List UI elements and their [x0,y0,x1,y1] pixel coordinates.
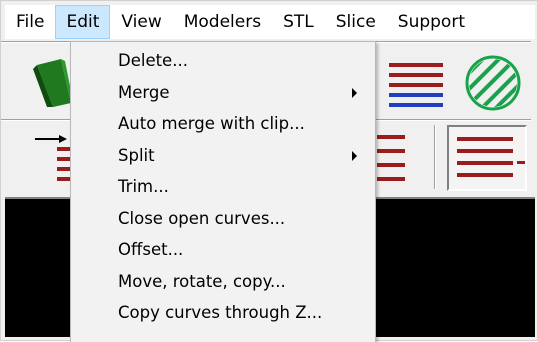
menu-view[interactable]: View [110,5,172,39]
menu-item-label: Copy curves through Z... [118,303,323,322]
layers-icon[interactable] [377,129,407,185]
menu-item-move-rotate-copy[interactable]: Move, rotate, copy... [71,266,375,298]
edit-menu-dropdown: Delete... Merge Auto merge with clip... … [70,41,376,342]
green-model-icon[interactable] [31,53,75,109]
menu-item-label: Offset... [118,240,184,259]
menu-file[interactable]: File [5,5,55,39]
menu-modelers[interactable]: Modelers [173,5,272,39]
menu-item-delete[interactable]: Delete... [71,45,375,77]
menu-item-label: Trim... [118,177,169,196]
menu-item-label: Delete... [118,51,188,70]
menu-item-close-open-curves[interactable]: Close open curves... [71,203,375,235]
menu-bar: File Edit View Modelers STL Slice Suppor… [5,5,535,39]
menu-item-label: Close open curves... [118,208,286,228]
menu-support[interactable]: Support [387,5,476,39]
menu-slice[interactable]: Slice [325,5,387,39]
menu-item-split[interactable]: Split [71,140,375,172]
app-window: File Edit View Modelers STL Slice Suppor… [0,0,538,342]
slice-layers-icon[interactable] [387,59,445,109]
menu-item-merge[interactable]: Merge [71,77,375,109]
submenu-arrow-icon [352,150,357,161]
submenu-arrow-icon [352,87,357,98]
menu-item-trim[interactable]: Trim... [71,171,375,203]
menu-item-label: Merge [118,82,170,102]
layers-selected-button[interactable] [447,125,527,191]
arrow-layers-icon[interactable] [31,129,75,185]
menu-item-offset[interactable]: Offset... [71,234,375,266]
menu-item-label: Move, rotate, copy... [118,271,286,291]
menu-stl[interactable]: STL [272,5,325,39]
menu-item-label: Split [118,145,155,165]
menu-item-auto-merge-with-clip[interactable]: Auto merge with clip... [71,108,375,140]
menu-edit[interactable]: Edit [55,5,111,39]
menu-item-copy-curves-through-z[interactable]: Copy curves through Z... [71,297,375,329]
menu-item-label: Auto merge with clip... [118,114,305,133]
hatch-circle-icon[interactable] [461,53,525,113]
layers-selected-icon [457,137,525,177]
toolbar-separator [434,125,436,189]
